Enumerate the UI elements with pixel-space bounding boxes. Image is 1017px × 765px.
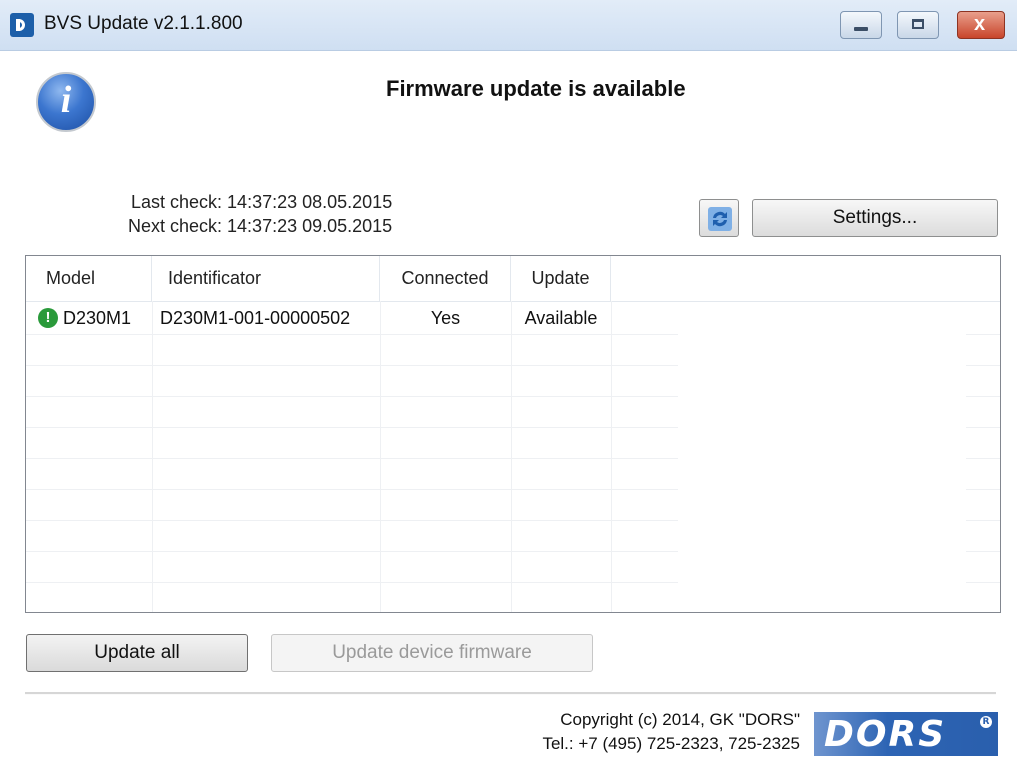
page-title: Firmware update is available: [386, 76, 686, 101]
grid-line: [26, 489, 678, 490]
grid-line: [966, 520, 1000, 521]
devices-table[interactable]: Model Identificator Connected Update ! D2…: [25, 255, 1001, 613]
maximize-button[interactable]: [897, 11, 939, 39]
cell-update: Available: [524, 308, 598, 328]
table-row[interactable]: ! D230M1 D230M1-001-00000502 Yes Availabl…: [26, 302, 611, 334]
minimize-icon: [854, 27, 868, 31]
grid-line: [966, 427, 1000, 428]
grid-line: [966, 396, 1000, 397]
column-header-identificator[interactable]: Identificator: [152, 256, 380, 301]
update-device-firmware-button[interactable]: Update device firmware: [271, 634, 593, 672]
refresh-button[interactable]: [699, 199, 739, 237]
grid-line: [26, 396, 678, 397]
warning-icon: !: [38, 307, 58, 328]
grid-line: [26, 365, 678, 366]
app-window: BVS Update v2.1.1.800 x i Firmware updat…: [0, 0, 1017, 765]
title-bar[interactable]: BVS Update v2.1.1.800 x: [0, 0, 1017, 51]
grid-line: [966, 458, 1000, 459]
cell-model: ! D230M1: [38, 302, 152, 334]
grid-line: [966, 489, 1000, 490]
table-header: Model Identificator Connected Update: [26, 256, 1000, 302]
registered-mark: R: [980, 716, 992, 728]
next-check-text: Next check: 14:37:23 09.05.2015: [128, 216, 393, 236]
cell-identificator: D230M1-001-00000502: [160, 308, 351, 328]
divider: [25, 692, 996, 695]
grid-line: [26, 334, 678, 335]
logo-text: DORS: [824, 714, 947, 755]
grid-line: [26, 551, 678, 552]
grid-line: [966, 582, 1000, 583]
grid-line: [26, 520, 678, 521]
refresh-icon: [708, 207, 732, 231]
dors-logo: DORS R: [814, 712, 998, 756]
grid-line: [152, 301, 153, 612]
info-icon-glyph: i: [60, 79, 72, 121]
app-logo-icon: [10, 13, 34, 37]
grid-line: [966, 365, 1000, 366]
phone-text: Tel.: +7 (495) 725-2323, 725-2325: [542, 734, 800, 753]
maximize-icon: [912, 19, 924, 29]
model-text: D230M1: [63, 308, 132, 328]
copyright-block: Copyright (c) 2014, GK "DORS" Tel.: +7 (…: [480, 708, 800, 756]
cell-connected: Yes: [430, 308, 461, 328]
settings-button[interactable]: Settings...: [752, 199, 998, 237]
grid-line: [966, 334, 1000, 335]
copyright-text: Copyright (c) 2014, GK "DORS": [560, 710, 800, 729]
close-icon: x: [974, 13, 986, 35]
grid-line: [380, 301, 381, 612]
grid-line: [26, 427, 678, 428]
info-icon: i: [36, 72, 96, 132]
grid-line: [511, 301, 512, 612]
minimize-button[interactable]: [840, 11, 882, 39]
check-info: Last check: 14:37:23 08.05.2015 Next che…: [128, 190, 392, 238]
grid-line: [966, 551, 1000, 552]
column-header-update[interactable]: Update: [511, 256, 611, 301]
grid-line: [26, 582, 678, 583]
update-all-button[interactable]: Update all: [26, 634, 248, 672]
window-title: BVS Update v2.1.1.800: [44, 13, 243, 34]
grid-line: [611, 301, 612, 612]
column-header-model[interactable]: Model: [26, 256, 152, 301]
grid-line: [26, 458, 678, 459]
column-header-connected[interactable]: Connected: [380, 256, 511, 301]
last-check-text: Last check: 14:37:23 08.05.2015: [131, 192, 393, 212]
close-button[interactable]: x: [957, 11, 1005, 39]
